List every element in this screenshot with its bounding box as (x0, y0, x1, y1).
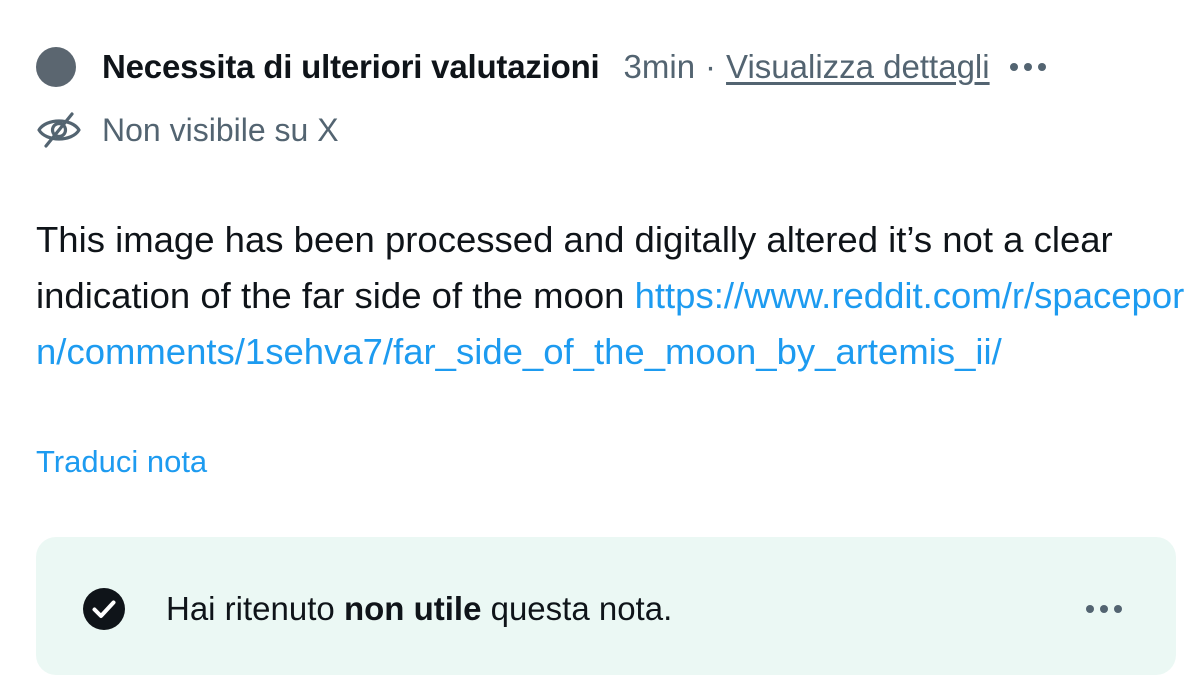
note-body: This image has been processed and digita… (36, 212, 1186, 380)
visibility-label: Non visibile su X (102, 111, 339, 148)
rating-message: Hai ritenuto non utile questa nota. (166, 587, 672, 631)
status-dot (36, 47, 76, 87)
note-status: Necessita di ulteriori valutazioni (102, 48, 600, 85)
rating-more-options-icon[interactable] (1086, 597, 1122, 621)
separator-dot: · (705, 48, 717, 85)
eye-off-icon (37, 112, 81, 148)
rating-emphasis: non utile (343, 590, 482, 627)
check-circle-icon (83, 588, 125, 630)
note-timestamp: 3min (623, 48, 696, 85)
rating-suffix: questa nota. (481, 590, 673, 627)
translate-note-link[interactable]: Traduci nota (36, 444, 207, 480)
rating-prefix: Hai ritenuto (166, 590, 344, 627)
note-header: Necessita di ulteriori valutazioni 3min … (36, 44, 1046, 90)
view-details-link[interactable]: Visualizza dettagli (726, 48, 990, 86)
visibility-row: Non visibile su X (36, 108, 339, 152)
rating-banner: Hai ritenuto non utile questa nota. (36, 537, 1176, 675)
community-note: Necessita di ulteriori valutazioni 3min … (0, 0, 1200, 675)
more-options-icon[interactable] (1009, 44, 1046, 90)
